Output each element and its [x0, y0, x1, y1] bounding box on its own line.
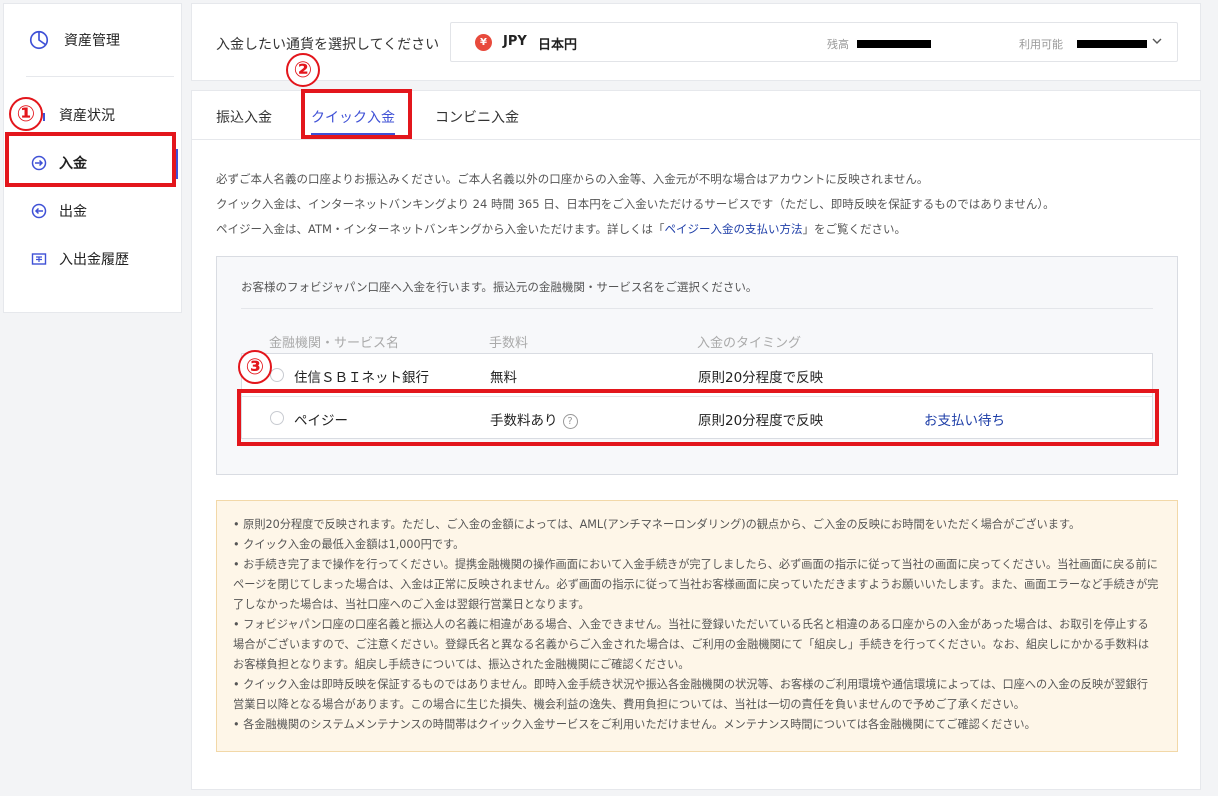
yen-icon: ¥: [475, 34, 492, 51]
note-line: ペイジー入金は、ATM・インターネットバンキングから入金いただけます。詳しくは「…: [216, 217, 1176, 242]
header-fee: 手数料: [489, 336, 529, 351]
institution-fee: 無料: [490, 370, 517, 386]
sidebar-header: 資産管理: [4, 4, 181, 76]
notice-box: • 原則20分程度で反映されます。ただし、ご入金の金額によっては、AML(アンチ…: [216, 500, 1178, 752]
sidebar-item-label: 入出金履歴: [59, 252, 129, 268]
note-line: クイック入金は、インターネットバンキングより 24 時間 365 日、日本円をご…: [216, 197, 1055, 211]
header-timing: 入金のタイミング: [697, 336, 802, 351]
sidebar-item-withdraw[interactable]: 出金: [4, 187, 181, 235]
notice-item: • クイック入金の最低入金額は1,000円です。: [233, 538, 465, 551]
available-redacted: [1077, 40, 1147, 48]
note-line: 必ずご本人名義の口座よりお振込みください。ご本人名義以外の口座からの入金等、入金…: [216, 172, 929, 186]
sidebar-item-history[interactable]: 入出金履歴: [4, 235, 181, 283]
annotation-number-1: ①: [9, 97, 43, 131]
notice-item: • クイック入金は即時反映を保証するものではありません。即時入金手続き状況や振込…: [233, 678, 1148, 711]
notice-item: • 原則20分程度で反映されます。ただし、ご入金の金額によっては、AML(アンチ…: [233, 518, 1081, 531]
annotation-box-quick-tab: [301, 89, 412, 139]
currency-select[interactable]: ¥ JPY 日本円 残高 利用可能: [450, 22, 1178, 62]
institution-timing: 原則20分程度で反映: [698, 370, 824, 386]
header-institution: 金融機関・サービス名: [269, 336, 400, 351]
tab-convenience-store[interactable]: コンビニ入金: [435, 107, 519, 127]
currency-prompt: 入金したい通貨を選択してください: [216, 37, 440, 53]
tab-bank-transfer[interactable]: 振込入金: [216, 107, 272, 127]
deposit-notes: 必ずご本人名義の口座よりお振込みください。ご本人名義以外の口座からの入金等、入金…: [216, 167, 1176, 242]
notice-item: • お手続き完了まで操作を行ってください。提携金融機関の操作画面において入金手続…: [233, 558, 1159, 611]
currency-code: JPY: [503, 34, 527, 49]
pie-chart-icon: [29, 30, 49, 50]
currency-bar: 入金したい通貨を選択してください ¥ JPY 日本円 残高 利用可能: [191, 3, 1201, 81]
radio-button[interactable]: [270, 368, 284, 382]
notice-item: • フォビジャパン口座の口座名義と振込人の名義に相違がある場合、入金できません。…: [233, 618, 1150, 671]
sidebar-title: 資産管理: [64, 33, 120, 49]
selection-intro: お客様のフォビジャパン口座へ入金を行います。振込元の金融機関・サービス名をご選択…: [241, 280, 758, 294]
selection-divider: [241, 308, 1153, 309]
sidebar-item-label: 資産状況: [59, 108, 115, 124]
balance-label: 残高: [827, 38, 849, 51]
annotation-number-2: ②: [286, 53, 320, 87]
institution-name: 住信ＳＢＩネット銀行: [294, 370, 429, 386]
annotation-box-deposit: [5, 132, 176, 187]
available-label: 利用可能: [1019, 38, 1063, 51]
sidebar-item-label: 出金: [59, 204, 87, 220]
history-icon: [31, 253, 47, 265]
note-text: ペイジー入金は、ATM・インターネットバンキングから入金いただけます。詳しくは「: [216, 222, 665, 236]
payeasy-guide-link[interactable]: ペイジー入金の支払い方法: [665, 222, 803, 236]
chevron-down-icon: [1152, 38, 1162, 44]
balance-redacted: [857, 40, 931, 48]
withdraw-icon: [31, 203, 47, 219]
notice-item: • 各金融機関のシステムメンテナンスの時間帯はクイック入金サービスをご利用いただ…: [233, 718, 1036, 731]
note-text: 」をご覧ください。: [802, 222, 907, 236]
annotation-number-3: ③: [238, 350, 272, 384]
annotation-box-payeasy: [237, 389, 1159, 446]
currency-name: 日本円: [538, 38, 578, 53]
